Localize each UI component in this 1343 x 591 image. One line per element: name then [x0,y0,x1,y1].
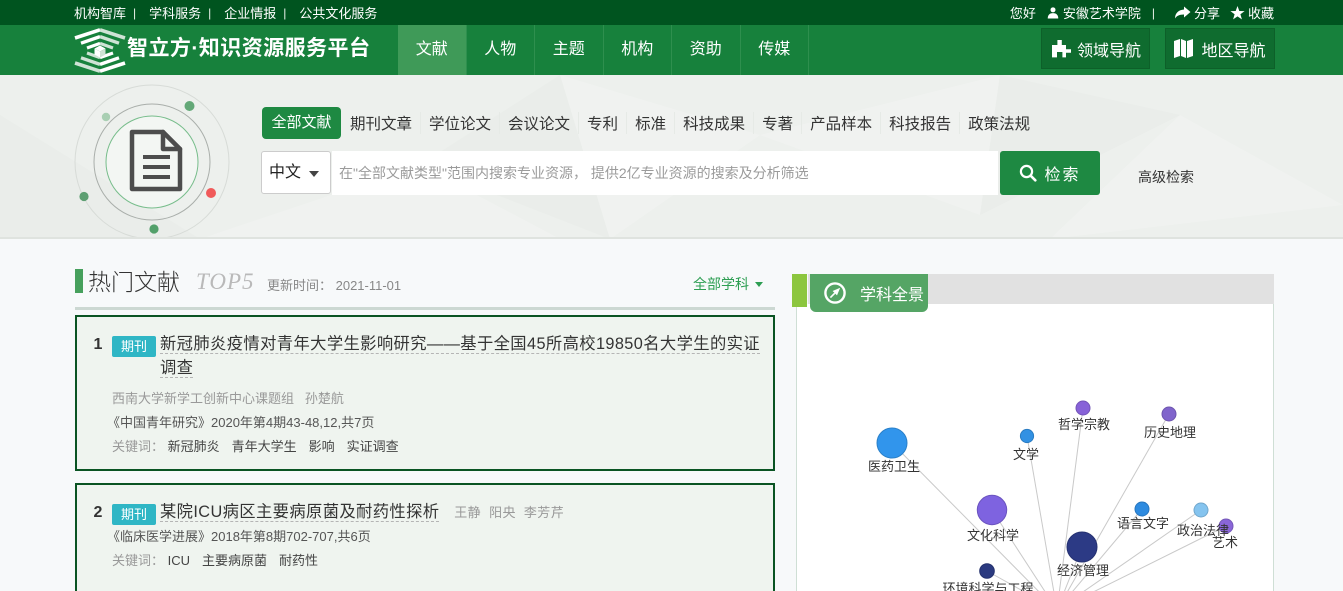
svg-text:医药卫生: 医药卫生 [868,459,920,474]
svg-text:艺术: 艺术 [1212,535,1238,550]
svg-text:环境科学与工程: 环境科学与工程 [942,581,1033,591]
svg-text:哲学宗教: 哲学宗教 [1058,417,1110,432]
svg-text:语言文字: 语言文字 [1117,516,1169,531]
svg-text:文学: 文学 [1013,447,1039,462]
svg-text:历史地理: 历史地理 [1144,425,1196,440]
svg-text:经济管理: 经济管理 [1057,563,1109,578]
svg-text:文化科学: 文化科学 [967,528,1019,543]
